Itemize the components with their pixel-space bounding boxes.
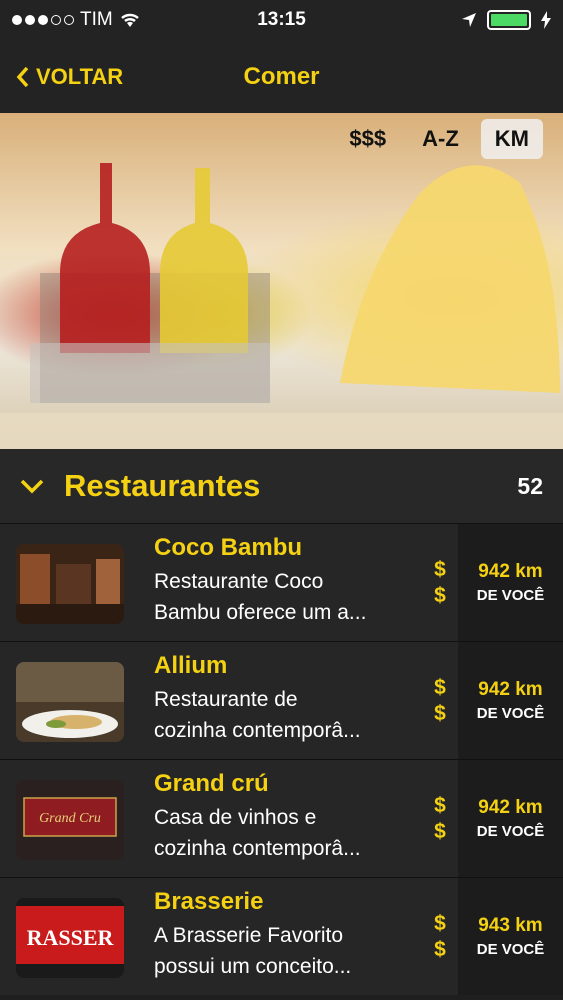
restaurant-description: Casa de vinhos e cozinha contemporâ... bbox=[154, 806, 361, 860]
distance-label: DE VOCÊ bbox=[476, 941, 545, 958]
restaurant-list: Coco Bambu Restaurante Coco Bambu oferec… bbox=[0, 523, 563, 995]
status-left: TIM bbox=[12, 9, 212, 31]
price-symbol: $ bbox=[434, 583, 446, 607]
restaurant-name: Brasserie bbox=[154, 888, 264, 915]
list-item[interactable]: Allium Restaurante de cozinha contemporâ… bbox=[0, 641, 563, 759]
signal-icon bbox=[12, 15, 74, 25]
distance-box: 942 km DE VOCÊ bbox=[458, 642, 563, 759]
status-right bbox=[351, 10, 551, 30]
charging-icon bbox=[541, 11, 551, 29]
price-symbol: $ bbox=[434, 701, 446, 725]
price-symbol: $ bbox=[434, 937, 446, 961]
section-title: Restaurantes bbox=[64, 468, 261, 503]
price-level: $ $ bbox=[422, 878, 458, 995]
sort-bar: $$$ A-Z KM bbox=[335, 119, 543, 159]
location-arrow-icon bbox=[462, 13, 476, 27]
price-level: $ $ bbox=[422, 760, 458, 877]
distance-value: 942 km bbox=[478, 679, 543, 700]
restaurant-info: Brasserie A Brasserie Favorito possui um… bbox=[124, 878, 422, 995]
restaurant-thumbnail bbox=[16, 662, 124, 742]
list-item[interactable]: RASSER Brasserie A Brasserie Favorito po… bbox=[0, 877, 563, 995]
price-symbol: $ bbox=[434, 675, 446, 699]
sort-price-button[interactable]: $$$ bbox=[335, 119, 400, 159]
logo-text: RASSER bbox=[27, 925, 115, 950]
sort-alpha-button[interactable]: A-Z bbox=[408, 119, 473, 159]
distance-box: 942 km DE VOCÊ bbox=[458, 524, 563, 641]
restaurant-name: Grand crú bbox=[154, 770, 269, 797]
restaurant-name: Allium bbox=[154, 652, 228, 679]
list-item[interactable]: Coco Bambu Restaurante Coco Bambu oferec… bbox=[0, 523, 563, 641]
price-level: $ $ bbox=[422, 524, 458, 641]
hero-illustration bbox=[0, 163, 563, 449]
price-symbol: $ bbox=[434, 819, 446, 843]
distance-label: DE VOCÊ bbox=[476, 823, 545, 840]
restaurant-description: Restaurante Coco Bambu oferece um a... bbox=[154, 570, 367, 624]
distance-box: 942 km DE VOCÊ bbox=[458, 760, 563, 877]
distance-value: 942 km bbox=[478, 797, 543, 818]
distance-label: DE VOCÊ bbox=[476, 587, 545, 604]
back-button[interactable]: VOLTAR bbox=[16, 64, 123, 90]
section-count: 52 bbox=[517, 472, 543, 499]
list-item[interactable]: Grand Cru Grand crú Casa de vinhos e coz… bbox=[0, 759, 563, 877]
battery-icon bbox=[487, 10, 531, 30]
carrier-name: TIM bbox=[80, 9, 113, 30]
price-symbol: $ bbox=[434, 911, 446, 935]
restaurant-info: Coco Bambu Restaurante Coco Bambu oferec… bbox=[124, 524, 422, 641]
back-label: VOLTAR bbox=[36, 64, 124, 89]
distance-value: 942 km bbox=[478, 561, 543, 582]
price-symbol: $ bbox=[434, 793, 446, 817]
logo-text: Grand Cru bbox=[39, 811, 101, 826]
section-header[interactable]: Restaurantes 52 bbox=[0, 449, 563, 523]
price-level: $ $ bbox=[422, 642, 458, 759]
restaurant-description: Restaurante de cozinha contemporâ... bbox=[154, 688, 361, 742]
restaurant-thumbnail bbox=[16, 544, 124, 624]
distance-label: DE VOCÊ bbox=[476, 705, 545, 722]
status-time: 13:15 bbox=[257, 9, 306, 30]
restaurant-name: Coco Bambu bbox=[154, 534, 303, 561]
chevron-left-icon bbox=[16, 66, 29, 88]
restaurant-thumbnail: Grand Cru bbox=[16, 780, 124, 860]
navigation-bar: VOLTAR Comer bbox=[0, 40, 563, 113]
status-bar: TIM 13:15 bbox=[0, 0, 563, 40]
restaurant-thumbnail: RASSER bbox=[16, 898, 124, 978]
distance-box: 943 km DE VOCÊ bbox=[458, 878, 563, 995]
restaurant-info: Grand crú Casa de vinhos e cozinha conte… bbox=[124, 760, 422, 877]
wifi-icon bbox=[120, 13, 139, 27]
sort-distance-button[interactable]: KM bbox=[480, 119, 543, 159]
restaurant-info: Allium Restaurante de cozinha contemporâ… bbox=[124, 642, 422, 759]
distance-value: 943 km bbox=[478, 915, 543, 936]
chevron-down-icon bbox=[20, 479, 44, 494]
restaurant-description: A Brasserie Favorito possui um conceito.… bbox=[154, 924, 352, 978]
hero-image: $$$ A-Z KM bbox=[0, 113, 563, 449]
price-symbol: $ bbox=[434, 557, 446, 581]
